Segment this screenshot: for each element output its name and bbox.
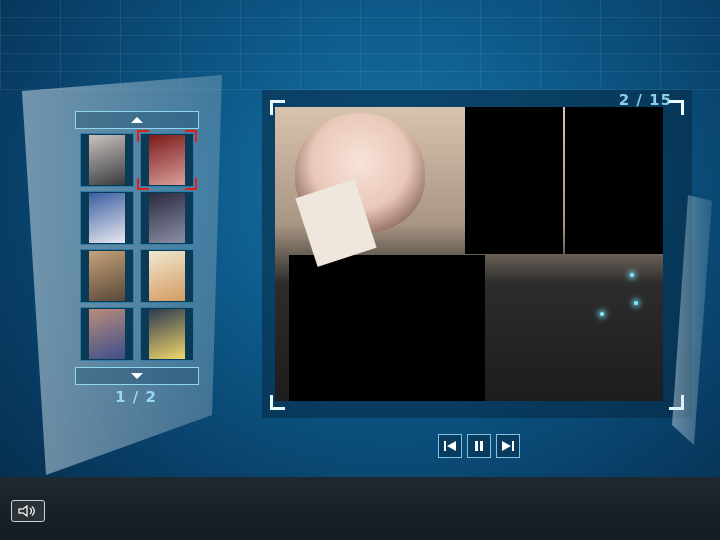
skip-to-first-icon (444, 441, 456, 451)
thumbnail-image (89, 309, 125, 359)
gallery-page-label: 1 / 2 (115, 388, 157, 406)
thumbnail-image (149, 251, 185, 301)
last-photo-button[interactable] (496, 434, 520, 458)
thumbnail[interactable] (80, 249, 134, 303)
thumbnail[interactable] (140, 307, 194, 361)
thumbnail[interactable] (140, 191, 194, 245)
main-photo[interactable] (275, 107, 663, 401)
thumbnail[interactable] (80, 191, 134, 245)
thumbnail-image (149, 193, 185, 243)
thumbnail-image (149, 309, 185, 359)
thumbnail[interactable] (140, 249, 194, 303)
corner-marker (669, 100, 684, 115)
thumbnail-image (89, 193, 125, 243)
transition-tile (289, 255, 485, 401)
gallery-scroll-down-button[interactable] (75, 367, 199, 385)
arrow-down-icon (131, 373, 143, 379)
photo-viewer: 2 / 15 (262, 90, 692, 418)
thumbnail-image (89, 251, 125, 301)
transition-tile (465, 107, 563, 254)
sound-toggle-button[interactable] (11, 500, 45, 522)
transition-tile (565, 107, 663, 254)
skip-to-last-icon (502, 441, 514, 451)
thumbnail[interactable] (80, 133, 134, 187)
pause-icon (475, 441, 483, 451)
selection-corner (137, 178, 149, 190)
selection-corner (185, 130, 197, 142)
first-photo-button[interactable] (438, 434, 462, 458)
thumbnail[interactable] (80, 307, 134, 361)
sparkle (634, 301, 638, 305)
pause-button[interactable] (467, 434, 491, 458)
arrow-up-icon (131, 117, 143, 123)
speaker-icon (18, 505, 35, 517)
thumbnail-image (149, 135, 185, 185)
thumbnail-image (89, 135, 125, 185)
corner-marker (270, 395, 285, 410)
sparkle (630, 273, 634, 277)
background-grid (0, 0, 720, 90)
thumbnail[interactable] (137, 130, 197, 190)
bottom-bar (0, 477, 720, 540)
sparkle (600, 312, 604, 316)
corner-marker (270, 100, 285, 115)
gallery-scroll-up-button[interactable] (75, 111, 199, 129)
